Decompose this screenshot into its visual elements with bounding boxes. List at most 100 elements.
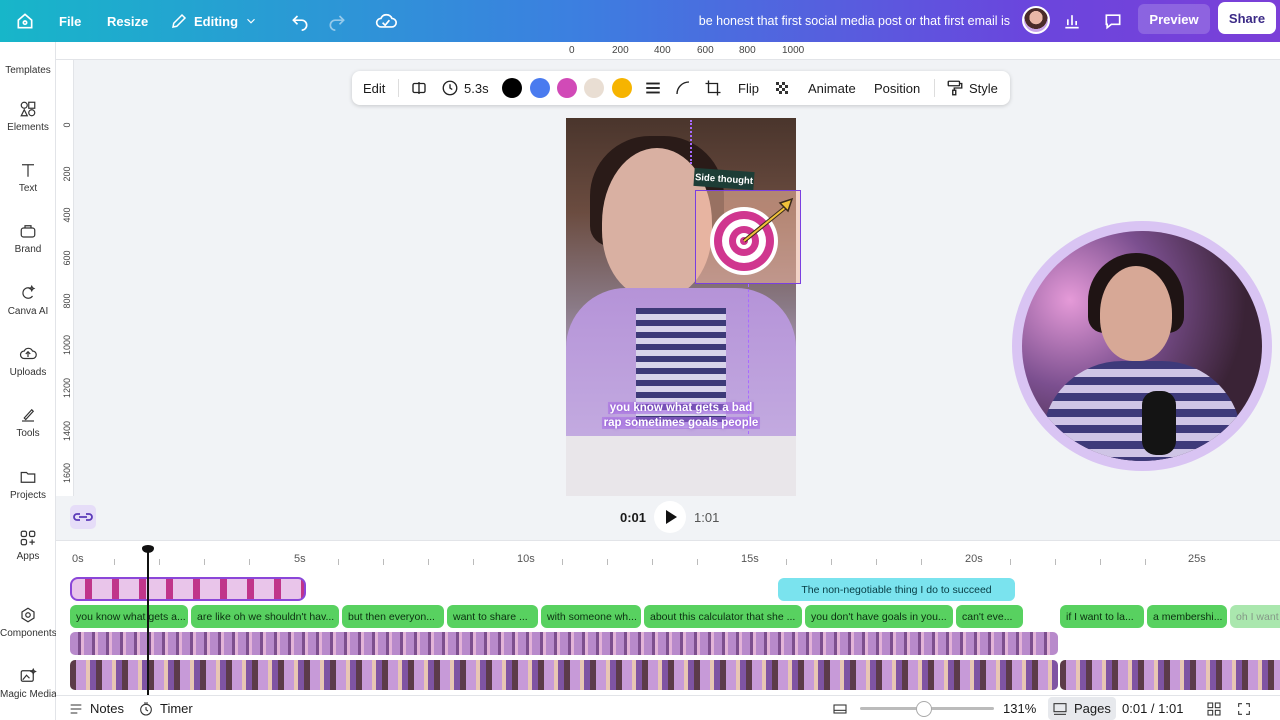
sidebar-item-label: Apps [16,551,40,562]
animate-button[interactable]: Animate [808,71,856,105]
split-button[interactable] [410,71,428,105]
redo-button[interactable] [327,0,347,42]
caption-clip[interactable]: with someone wh... [541,605,641,628]
notes-button[interactable]: Notes [68,696,124,720]
total-time: 1:01 [694,510,720,525]
color-swatch-pink[interactable] [557,78,577,98]
grid-view-button[interactable] [1206,696,1222,720]
duration-button[interactable]: 5.3s [441,71,489,105]
caption-line-2: rap sometimes goals people [601,417,761,429]
fullscreen-button[interactable] [1236,696,1252,720]
zoom-level[interactable]: 131% [1003,696,1036,720]
fit-screen-icon [833,703,847,714]
editing-mode-dropdown[interactable]: Editing [170,0,258,42]
comments-button[interactable] [1103,0,1123,42]
sidebar-item-components[interactable]: Components [0,598,57,654]
playhead-line[interactable] [147,547,149,695]
pages-button[interactable]: Pages [1052,696,1111,720]
sidebar-item-elements[interactable]: Elements [0,92,56,148]
current-time: 0:01 [620,510,647,525]
bottom-bar: Notes Timer 131% Pages 0:01 / 1:01 [56,695,1280,720]
apps-grid-icon [20,530,36,546]
resize-button[interactable]: Resize [107,0,148,42]
document-title[interactable]: be honest that first social media post o… [640,0,1010,42]
caption-clip[interactable]: a membershi... [1147,605,1227,628]
sticker-track-clip[interactable] [70,577,306,601]
share-button[interactable]: Share [1218,2,1276,34]
timeline-minor-tick [383,559,384,565]
duration-label: 5.3s [464,80,489,96]
ruler-tick: 200 [612,45,629,56]
target-sticker-selection[interactable] [695,190,801,284]
transparency-button[interactable] [773,71,791,105]
caption-clip[interactable]: want to share ... [447,605,538,628]
cloud-save-button[interactable] [375,0,397,42]
caption-clip[interactable]: can't eve... [956,605,1023,628]
edit-button[interactable]: Edit [363,71,385,105]
caption-clip[interactable]: are like oh we shouldn't hav... [191,605,339,628]
corner-rounding-button[interactable] [674,71,692,105]
sidebar-item-canva-ai[interactable]: Canva AI [0,276,56,332]
undo-icon [292,15,308,31]
ruler-tick: 600 [62,250,72,266]
caption-text[interactable]: you know what gets a bad rap sometimes g… [566,401,796,431]
sidebar-item-label: Magic Media [0,689,57,700]
sidebar-item-label: Canva AI [7,306,49,317]
sidebar-item-uploads[interactable]: Uploads [0,337,56,393]
home-button[interactable] [15,0,35,42]
user-avatar[interactable] [1022,6,1050,34]
style-button[interactable]: Style [946,71,998,105]
sidebar-item-projects[interactable]: Projects [0,460,56,516]
position-button[interactable]: Position [874,71,920,105]
sidebar-item-text[interactable]: Text [0,153,56,209]
insights-button[interactable] [1062,0,1082,42]
element-toolbar: Edit 5.3s Flip Animate Position Style [352,71,1010,105]
color-swatch-black[interactable] [502,78,522,98]
timeline-minor-tick [1145,559,1146,565]
ruler-tick: 400 [654,45,671,56]
caption-clip[interactable]: about this calculator that she ... [644,605,802,628]
split-icon [412,82,426,94]
left-sidebar: Templates Elements Text Brand Canva AI U… [0,42,57,720]
caption-clip[interactable]: oh I want [1230,605,1280,628]
sidebar-item-tools[interactable]: Tools [0,398,56,454]
caption-clip[interactable]: you know what gets a... [70,605,188,628]
timer-label: Timer [160,701,193,716]
border-style-button[interactable] [644,71,662,105]
crop-button[interactable] [704,71,722,105]
style-label: Style [969,80,998,96]
timeline-minor-tick [1010,559,1011,565]
sidebar-item-label: Brand [14,244,42,255]
color-swatch-beige[interactable] [584,78,604,98]
text-track-clip[interactable]: The non-negotiable thing I do to succeed [778,578,1015,601]
webcam-track-clip[interactable] [70,632,1058,655]
color-swatch-yellow[interactable] [612,78,632,98]
undo-button[interactable] [290,0,310,42]
page-time-indicator: 0:01 / 1:01 [1122,701,1184,716]
link-pages-button[interactable] [70,505,96,529]
caption-clip[interactable]: but then everyon... [342,605,444,628]
folder-icon [20,471,36,483]
sidebar-item-brand[interactable]: Brand [0,214,56,270]
canvas-video-page[interactable]: you know what gets a bad rap sometimes g… [566,118,796,496]
caption-clip[interactable]: you don't have goals in you... [805,605,953,628]
sidebar-item-apps[interactable]: Apps [0,521,56,577]
sidebar-item-magic-media[interactable]: Magic Media [0,659,57,715]
preview-button[interactable]: Preview [1138,4,1210,34]
caption-clip[interactable]: if I want to la... [1060,605,1144,628]
sidebar-item-label: Text [18,183,38,194]
file-menu[interactable]: File [59,0,81,42]
timer-button[interactable]: Timer [138,696,193,720]
zoom-slider-handle[interactable] [916,701,933,717]
timeline-minor-tick [921,559,922,565]
grid-icon [1207,701,1221,716]
timeline-minor-tick [1055,559,1056,565]
timeline-minor-tick [159,559,160,565]
play-button[interactable] [654,501,686,533]
video-track-clip[interactable] [70,660,1058,690]
video-track-clip[interactable] [1060,660,1280,690]
flip-button[interactable]: Flip [738,71,759,105]
webcam-circle-frame[interactable] [1012,221,1272,471]
fit-to-screen-button[interactable] [832,696,848,720]
color-swatch-blue[interactable] [530,78,550,98]
